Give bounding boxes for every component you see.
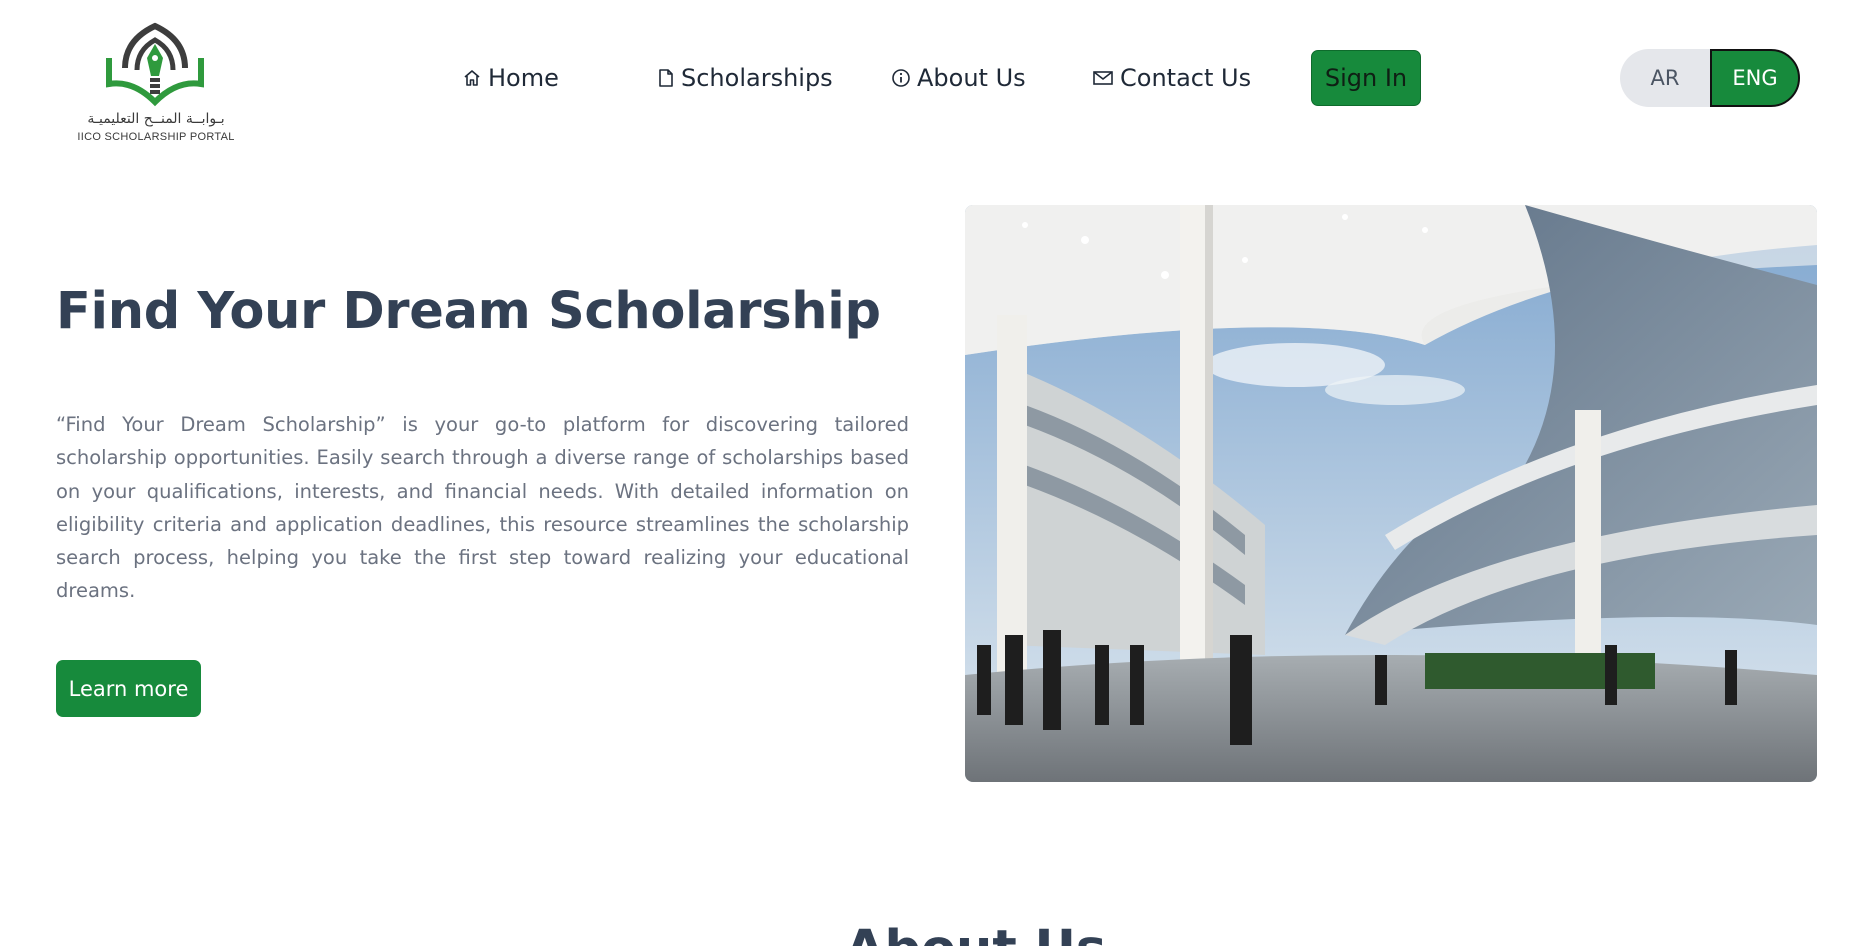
home-icon (462, 68, 482, 88)
nav-home[interactable]: Home (462, 50, 559, 106)
hero-image (965, 205, 1817, 782)
document-icon (657, 68, 675, 88)
nav-home-label: Home (488, 64, 559, 92)
about-us-heading: About Us (845, 920, 1106, 946)
language-ar-button[interactable]: AR (1620, 49, 1710, 107)
nav-about-us[interactable]: About Us (891, 50, 1026, 106)
logo-text-arabic: بـوابــة المنــح التعليميـة (87, 111, 225, 127)
nav-contact-us[interactable]: Contact Us (1092, 50, 1251, 106)
site-header: بـوابــة المنــح التعليميـة IICO SCHOLAR… (0, 0, 1870, 170)
nav-contact-us-label: Contact Us (1120, 64, 1252, 92)
site-logo[interactable]: بـوابــة المنــح التعليميـة IICO SCHOLAR… (76, 18, 242, 148)
nav-scholarships[interactable]: Scholarships (657, 50, 833, 106)
hero-title: Find Your Dream Scholarship (56, 282, 881, 341)
nav-about-us-label: About Us (917, 64, 1026, 92)
language-toggle: AR ENG (1620, 49, 1800, 107)
mail-icon (1092, 68, 1114, 88)
nav-scholarships-label: Scholarships (681, 64, 833, 92)
logo-text-english: IICO SCHOLARSHIP PORTAL (77, 131, 235, 143)
pen-book-dome-logo-icon (106, 22, 204, 107)
hero-description: “Find Your Dream Scholarship” is your go… (56, 413, 909, 603)
info-icon (891, 68, 911, 88)
learn-more-button[interactable]: Learn more (56, 660, 201, 717)
language-eng-button[interactable]: ENG (1710, 49, 1800, 107)
sign-in-button[interactable]: Sign In (1311, 50, 1421, 106)
